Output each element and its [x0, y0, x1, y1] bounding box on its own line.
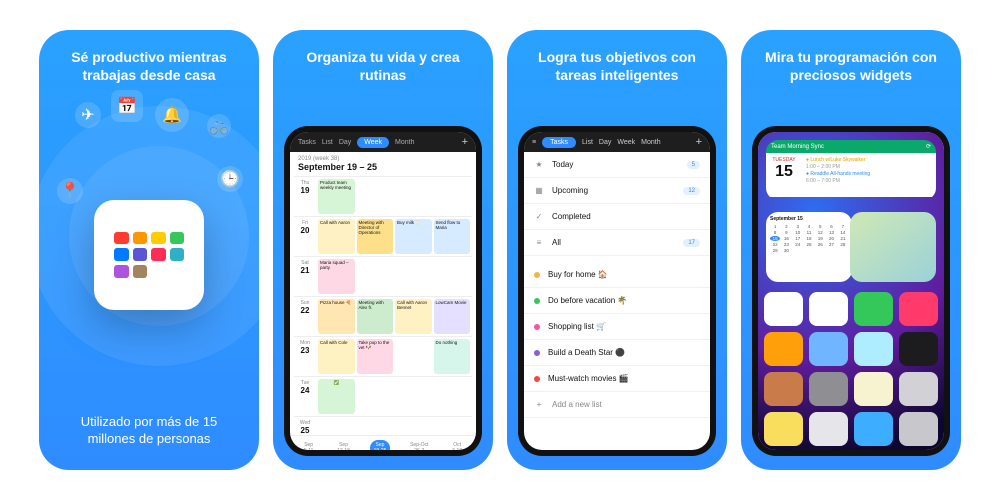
task-list-item[interactable]: Do before vacation 🌴: [524, 288, 710, 314]
tab-month[interactable]: Month: [641, 139, 660, 146]
event[interactable]: Do nothing: [434, 339, 471, 374]
week-nav-item[interactable]: Sep12-18: [333, 440, 354, 450]
headline-3: Logra tus objetivos con tareas inteligen…: [517, 48, 717, 84]
phone-mock-widgets: Team Morning Sync ⟳ Tuesday 15 ● Lunch w…: [752, 126, 950, 456]
week-nav-item[interactable]: Sep-Oct26-2: [406, 440, 432, 450]
week-nav-item[interactable]: Oct3-10: [448, 440, 466, 450]
add-event-button[interactable]: +: [462, 136, 468, 148]
week-nav-item-active[interactable]: Sep19-25: [370, 440, 391, 450]
app-icon[interactable]: [764, 412, 803, 446]
app-icon[interactable]: [764, 332, 803, 366]
event[interactable]: Product team weekly meeting: [318, 179, 355, 214]
widget-month[interactable]: September 15 123456789101112131415161718…: [766, 212, 852, 282]
tab-day[interactable]: Day: [599, 139, 611, 146]
app-tile: [94, 200, 204, 310]
check-icon: ✓: [534, 212, 544, 221]
color-dot: [534, 376, 540, 382]
add-list-button[interactable]: + Add a new list: [524, 392, 710, 418]
app-icon[interactable]: [809, 372, 848, 406]
event[interactable]: Pizza house 🍕: [318, 299, 355, 334]
phone-mock-tasks: ≡ Tasks List Day Week Month + ★ Today 5 …: [518, 126, 716, 456]
event[interactable]: Take pop to the vet 🐶: [357, 339, 394, 374]
color-dot: [534, 324, 540, 330]
widget-header-title: Team Morning Sync: [771, 144, 824, 150]
event[interactable]: Maria squad – party: [318, 259, 355, 294]
tab-week[interactable]: Week: [357, 137, 389, 148]
app-icon[interactable]: [854, 292, 893, 326]
event[interactable]: Buy milk 🥛: [395, 219, 432, 254]
calendar-tabbar: Tasks List Day Week Month +: [290, 132, 476, 152]
home-app-grid: [764, 292, 938, 446]
list-icon: ≡: [534, 238, 544, 247]
color-dot: [534, 272, 540, 278]
app-icon[interactable]: [764, 292, 803, 326]
filter-upcoming[interactable]: ▦ Upcoming 12: [524, 178, 710, 204]
headline-4: Mira tu programación con preciosos widge…: [751, 48, 951, 84]
color-dot: [534, 298, 540, 304]
tasks-tabbar: ≡ Tasks List Day Week Month +: [524, 132, 710, 152]
app-icon[interactable]: [854, 332, 893, 366]
tab-list[interactable]: List: [582, 139, 593, 146]
event[interactable]: Meeting with Director of Operations: [357, 219, 394, 254]
promo-panel-4: Mira tu programación con preciosos widge…: [741, 30, 961, 470]
widget-day-num: 15: [770, 163, 798, 181]
event[interactable]: Send flow to Maria: [434, 219, 471, 254]
week-range: September 19 – 25: [298, 162, 468, 172]
tab-day[interactable]: Day: [339, 139, 351, 146]
app-icon[interactable]: [764, 372, 803, 406]
app-icon[interactable]: [809, 332, 848, 366]
plus-icon: +: [534, 400, 544, 409]
app-icon[interactable]: [899, 412, 938, 446]
color-dot: [534, 350, 540, 356]
app-icon[interactable]: [854, 372, 893, 406]
event[interactable]: Call with Aaron Bennet: [395, 299, 432, 334]
event[interactable]: Meeting with Alex fr.: [357, 299, 394, 334]
filter-today[interactable]: ★ Today 5: [524, 152, 710, 178]
app-icon-illustration: ✈ 📅 🔔 🚲 📍 🕒: [49, 96, 249, 413]
add-task-button[interactable]: +: [696, 136, 702, 148]
widget-map[interactable]: [850, 212, 936, 282]
tab-tasks[interactable]: Tasks: [542, 137, 576, 148]
week-grid: Thu19 Product team weekly meeting Fri20 …: [290, 176, 476, 435]
tab-list[interactable]: List: [322, 139, 333, 146]
event[interactable]: LowCam Movie: [434, 299, 471, 334]
event[interactable]: ✅: [318, 379, 355, 414]
week-nav-item[interactable]: Sep5-11: [300, 440, 318, 450]
headline-1: Sé productivo mientras trabajas desde ca…: [49, 48, 249, 84]
event[interactable]: Call with Aaron: [318, 219, 355, 254]
event[interactable]: Call with Cole: [318, 339, 355, 374]
tab-month[interactable]: Month: [395, 139, 414, 146]
tab-tasks[interactable]: Tasks: [298, 139, 316, 146]
app-icon[interactable]: [899, 292, 938, 326]
promo-panel-1: Sé productivo mientras trabajas desde ca…: [39, 30, 259, 470]
promo-panel-3: Logra tus objetivos con tareas inteligen…: [507, 30, 727, 470]
task-list-item[interactable]: Shopping list 🛒: [524, 314, 710, 340]
task-list-item[interactable]: Must-watch movies 🎬: [524, 366, 710, 392]
sync-icon: ⟳: [926, 143, 931, 150]
star-icon: ★: [534, 160, 544, 169]
promo-panel-2: Organiza tu vida y crea rutinas Tasks Li…: [273, 30, 493, 470]
week-nav: Sep5-11 Sep12-18 Sep19-25 Sep-Oct26-2 Oc…: [290, 435, 476, 450]
app-icon[interactable]: [809, 412, 848, 446]
filter-completed[interactable]: ✓ Completed: [524, 204, 710, 230]
calendar-icon: ▦: [534, 186, 544, 195]
task-list-item[interactable]: Build a Death Star ⚫: [524, 340, 710, 366]
task-list-item[interactable]: Buy for home 🏠: [524, 262, 710, 288]
app-icon[interactable]: [899, 332, 938, 366]
tab-week[interactable]: Week: [617, 139, 635, 146]
widget-calendar-large[interactable]: Team Morning Sync ⟳ Tuesday 15 ● Lunch w…: [766, 140, 936, 200]
app-icon[interactable]: [854, 412, 893, 446]
phone-mock-calendar: Tasks List Day Week Month + 2019 (week 3…: [284, 126, 482, 456]
filter-all[interactable]: ≡ All 17: [524, 230, 710, 256]
headline-2: Organiza tu vida y crea rutinas: [283, 48, 483, 84]
app-icon[interactable]: [899, 372, 938, 406]
tab-menu-icon[interactable]: ≡: [532, 139, 536, 146]
app-icon[interactable]: [809, 292, 848, 326]
subline-1: Utilizado por más de 15 millones de pers…: [49, 413, 249, 456]
